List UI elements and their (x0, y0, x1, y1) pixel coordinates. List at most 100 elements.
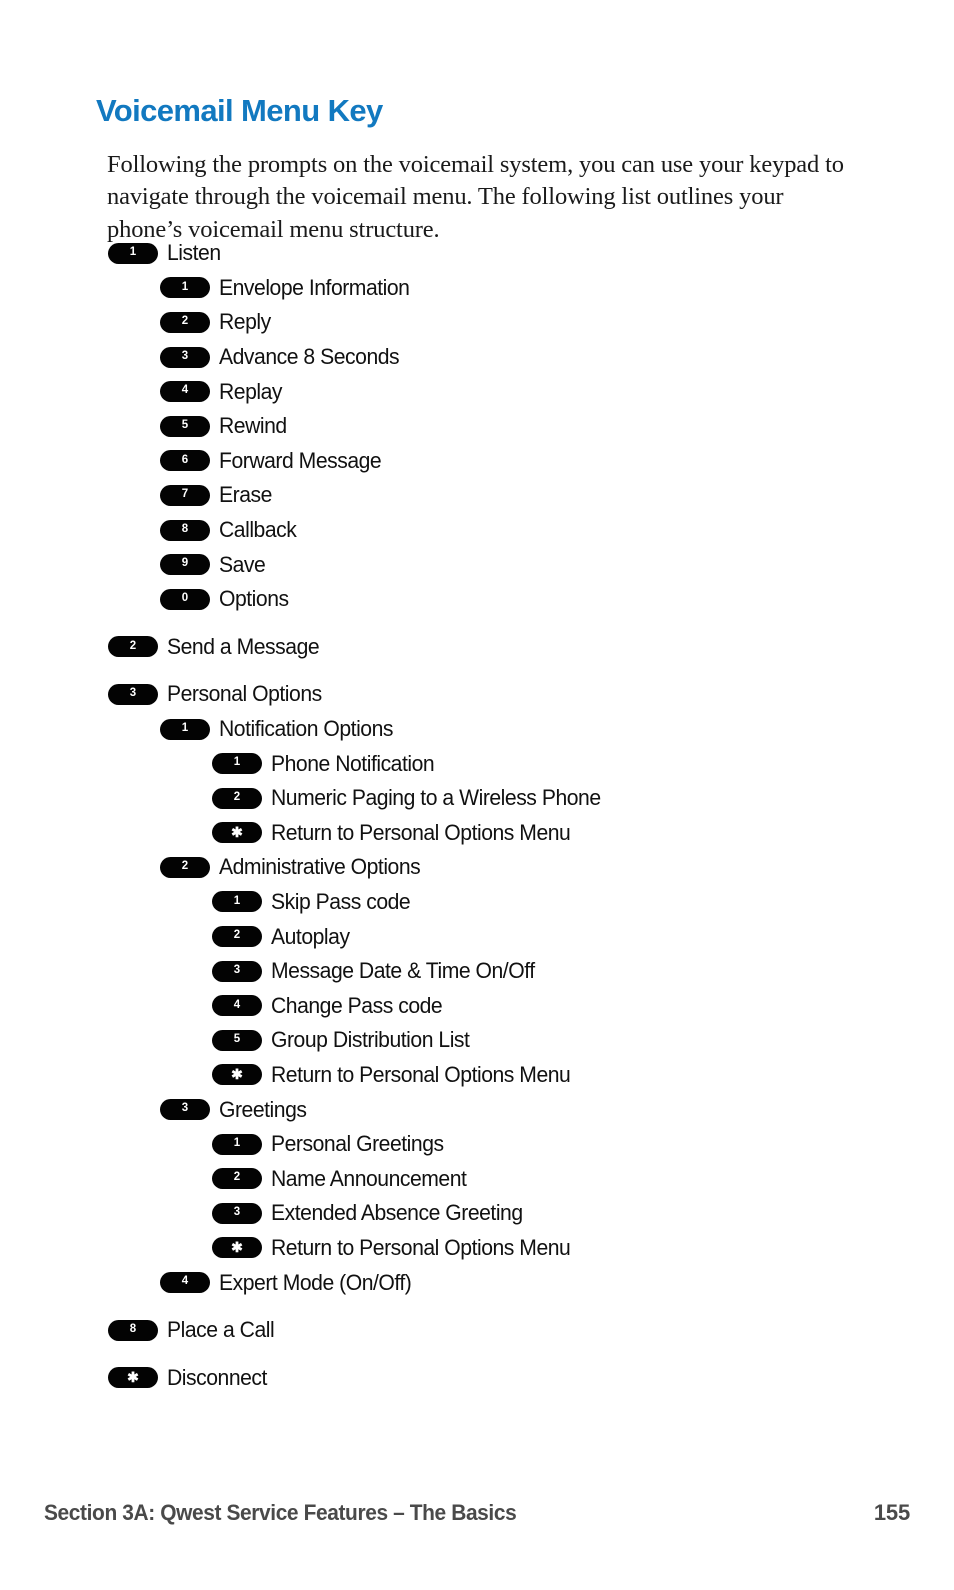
menu-item-label: Administrative Options (219, 854, 421, 880)
menu-item[interactable]: 3 Personal Options (0, 677, 954, 712)
menu-item[interactable]: 9 Save (0, 547, 954, 582)
menu-item[interactable]: 8 Callback (0, 513, 954, 548)
menu-item[interactable]: 2 Send a Message (0, 630, 954, 665)
menu-item[interactable]: 1 Notification Options (0, 712, 954, 747)
menu-item-label: Rewind (219, 413, 287, 439)
menu-item[interactable]: ✱ Disconnect (0, 1360, 954, 1395)
key-badge-3: 3 (212, 1202, 262, 1224)
menu-item[interactable]: 1 Personal Greetings (0, 1127, 954, 1162)
key-badge-2: 2 (160, 311, 210, 333)
menu-item-label: Greetings (219, 1096, 307, 1122)
key-badge-1: 1 (212, 753, 262, 775)
key-badge-9: 9 (160, 554, 210, 576)
menu-item[interactable]: 7 Erase (0, 478, 954, 513)
menu-item[interactable]: 2 Numeric Paging to a Wireless Phone (0, 781, 954, 816)
menu-item[interactable]: 6 Forward Message (0, 444, 954, 479)
page-footer: Section 3A: Qwest Service Features – The… (44, 1500, 910, 1526)
menu-item[interactable]: 3 Advance 8 Seconds (0, 340, 954, 375)
menu-item-label: Personal Greetings (271, 1131, 444, 1157)
key-badge-2: 2 (160, 856, 210, 878)
key-badge-8: 8 (160, 519, 210, 541)
menu-item[interactable]: ✱ Return to Personal Options Menu (0, 1058, 954, 1093)
key-badge-4: 4 (160, 1272, 210, 1294)
menu-item-label: Personal Options (167, 681, 322, 707)
menu-item-label: Return to Personal Options Menu (271, 1061, 571, 1087)
key-badge-0: 0 (160, 588, 210, 610)
document-page: Voicemail Menu Key Following the prompts… (0, 0, 954, 1590)
key-badge-3: 3 (212, 960, 262, 982)
menu-item[interactable]: 3 Extended Absence Greeting (0, 1196, 954, 1231)
key-badge-5: 5 (160, 415, 210, 437)
key-badge-1: 1 (108, 242, 158, 264)
star-key-badge-icon: ✱ (212, 822, 262, 844)
menu-item[interactable]: ✱ Return to Personal Options Menu (0, 816, 954, 851)
key-badge-3: 3 (160, 1099, 210, 1121)
menu-item-label: Reply (219, 309, 271, 335)
key-badge-5: 5 (212, 1029, 262, 1051)
intro-paragraph: Following the prompts on the voicemail s… (107, 150, 844, 243)
menu-item-label: Extended Absence Greeting (271, 1200, 523, 1226)
star-key-badge-icon: ✱ (212, 1237, 262, 1259)
menu-item[interactable]: 4 Change Pass code (0, 988, 954, 1023)
menu-item-label: Envelope Information (219, 274, 410, 300)
footer-page-number: 155 (873, 1500, 910, 1525)
menu-item-label: Forward Message (219, 447, 382, 473)
key-badge-4: 4 (160, 381, 210, 403)
menu-item-label: Numeric Paging to a Wireless Phone (271, 785, 601, 811)
menu-item-label: Return to Personal Options Menu (271, 1234, 571, 1260)
menu-item-label: Phone Notification (271, 750, 435, 776)
menu-item-label: Return to Personal Options Menu (271, 819, 571, 845)
menu-item-label: Erase (219, 482, 272, 508)
menu-item[interactable]: 8 Place a Call (0, 1313, 954, 1348)
menu-item-label: Notification Options (219, 716, 394, 742)
menu-item-label: Expert Mode (On/Off) (219, 1269, 412, 1295)
menu-item[interactable]: 1 Envelope Information (0, 271, 954, 306)
key-badge-1: 1 (160, 277, 210, 299)
menu-item[interactable]: 5 Group Distribution List (0, 1023, 954, 1058)
menu-item-label: Group Distribution List (271, 1027, 470, 1053)
key-badge-2: 2 (212, 926, 262, 948)
page-title: Voicemail Menu Key (96, 92, 383, 128)
menu-item-label: Place a Call (167, 1317, 275, 1343)
menu-item[interactable]: 3 Message Date & Time On/Off (0, 954, 954, 989)
menu-item[interactable]: 2 Administrative Options (0, 850, 954, 885)
menu-item[interactable]: ✱ Return to Personal Options Menu (0, 1231, 954, 1266)
menu-item[interactable]: 3 Greetings (0, 1092, 954, 1127)
menu-item-label: Change Pass code (271, 992, 443, 1018)
menu-item[interactable]: 1 Listen (0, 236, 954, 271)
key-badge-2: 2 (108, 636, 158, 658)
menu-item-label: Name Announcement (271, 1165, 467, 1191)
menu-item[interactable]: 5 Rewind (0, 409, 954, 444)
menu-item-label: Message Date & Time On/Off (271, 958, 535, 984)
menu-item-label: Listen (167, 240, 221, 266)
star-key-badge-icon: ✱ (108, 1367, 158, 1389)
key-badge-1: 1 (212, 891, 262, 913)
menu-item[interactable]: 4 Expert Mode (On/Off) (0, 1265, 954, 1300)
key-badge-3: 3 (160, 346, 210, 368)
menu-item-label: Skip Pass code (271, 888, 411, 914)
key-badge-7: 7 (160, 484, 210, 506)
footer-section-title: Section 3A: Qwest Service Features – The… (44, 1500, 517, 1525)
menu-item[interactable]: 2 Name Announcement (0, 1161, 954, 1196)
menu-item[interactable]: 1 Skip Pass code (0, 885, 954, 920)
menu-item[interactable]: 1 Phone Notification (0, 746, 954, 781)
menu-item-label: Save (219, 551, 266, 577)
key-badge-8: 8 (108, 1319, 158, 1341)
key-badge-6: 6 (160, 450, 210, 472)
menu-item[interactable]: 2 Reply (0, 305, 954, 340)
key-badge-3: 3 (108, 683, 158, 705)
menu-item-label: Advance 8 Seconds (219, 344, 400, 370)
menu-item-label: Replay (219, 378, 283, 404)
menu-item[interactable]: 2 Autoplay (0, 919, 954, 954)
menu-item-label: Autoplay (271, 923, 350, 949)
key-badge-1: 1 (160, 718, 210, 740)
voicemail-menu-list: 1 Listen 1 Envelope Information 2 Reply 3 Advan… (0, 236, 954, 1395)
key-badge-2: 2 (212, 1168, 262, 1190)
menu-item-label: Callback (219, 517, 297, 543)
key-badge-2: 2 (212, 787, 262, 809)
menu-item[interactable]: 4 Replay (0, 374, 954, 409)
menu-item-label: Send a Message (167, 633, 320, 659)
star-key-badge-icon: ✱ (212, 1064, 262, 1086)
menu-item[interactable]: 0 Options (0, 582, 954, 617)
menu-item-label: Options (219, 586, 289, 612)
